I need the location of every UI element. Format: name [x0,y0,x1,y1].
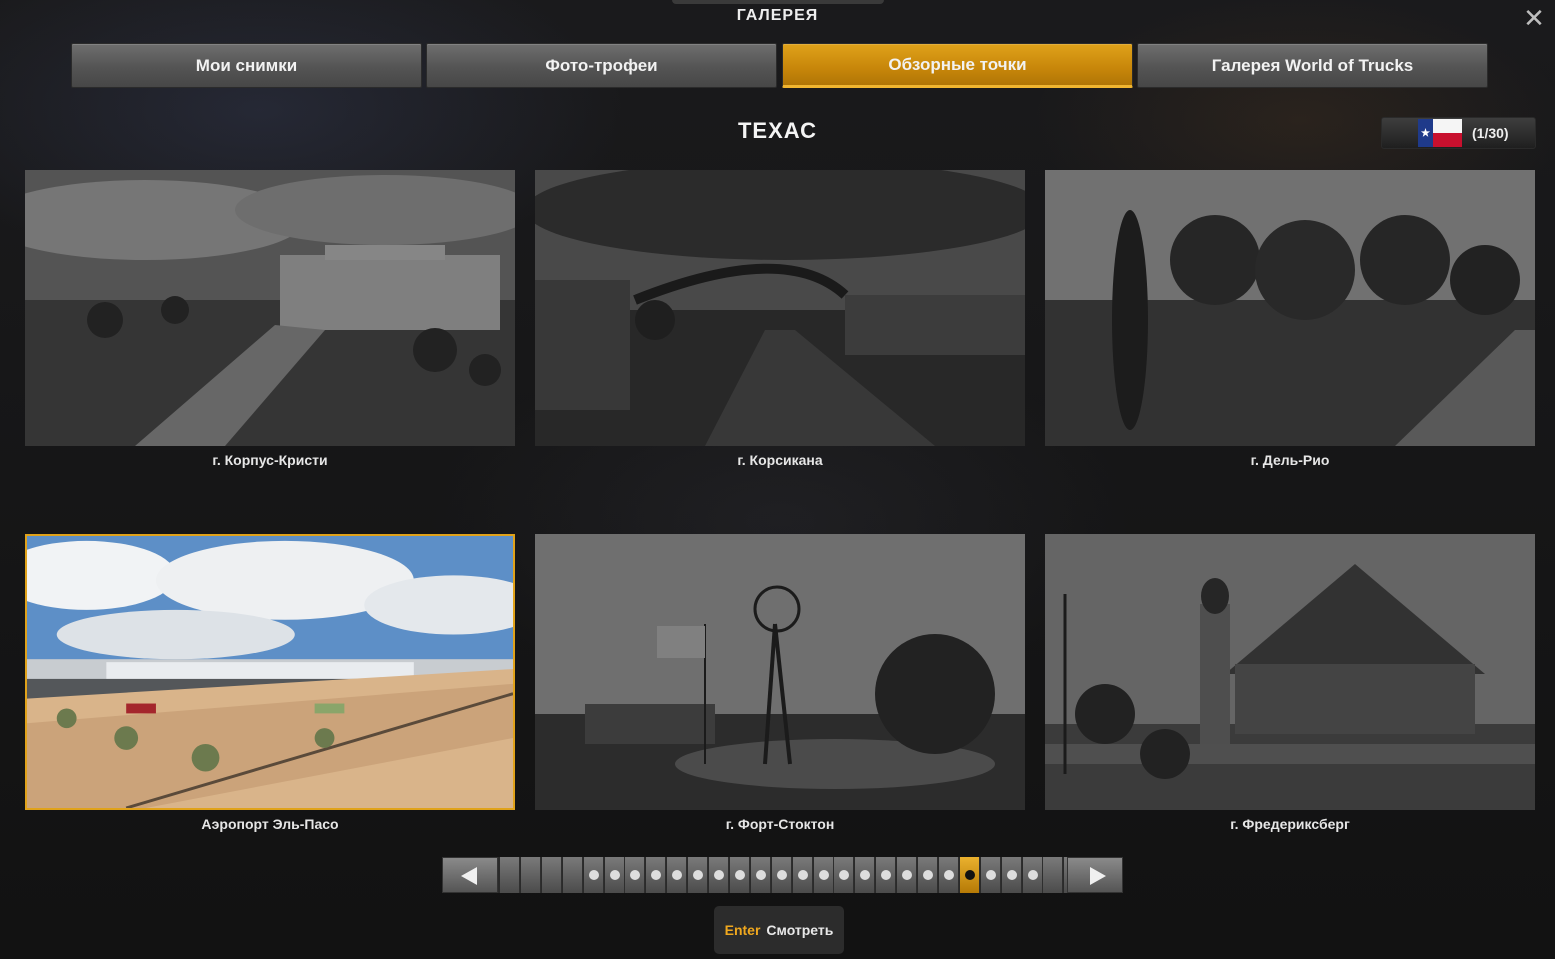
top-notch [672,0,884,4]
pager-prev-button[interactable] [442,857,498,893]
page-dot-icon [588,870,599,880]
pager-page[interactable] [1001,857,1022,893]
key-hint[interactable]: Enter Смотреть [714,906,844,954]
viewpoint-caption: г. Форт-Стоктон [725,816,835,832]
pager-page[interactable] [604,857,625,893]
page-dot-icon [714,870,724,880]
pager-page[interactable] [709,857,729,893]
page-dot-icon [839,870,850,880]
tab-photo-trophies[interactable]: Фото-трофеи [426,43,777,88]
viewpoint-card[interactable]: г. Корсикана [535,170,1025,468]
page-dot-icon [755,870,766,880]
texas-flag-icon [1418,119,1462,147]
page-dot-icon [860,870,871,880]
pager-page[interactable] [729,857,750,893]
page-dot-icon [818,870,829,880]
region-selector[interactable]: (1/30) [1381,117,1536,149]
page-dot-icon [776,870,787,880]
pager-page[interactable] [980,857,1001,893]
viewpoint-card[interactable]: г. Форт-Стоктон [535,534,1025,832]
pager-page[interactable] [855,857,876,893]
viewpoint-card[interactable]: г. Корпус-Кристи [25,170,515,468]
pager-page[interactable] [876,857,897,893]
pager-page[interactable] [520,857,541,893]
page-dot-icon [651,870,662,880]
pager-page[interactable] [792,857,813,893]
pager-page-current[interactable] [959,857,980,893]
viewpoint-card-selected[interactable]: Аэропорт Эль-Пасо [25,534,515,832]
page-dot-icon [734,870,745,880]
page-dot-icon [672,870,683,880]
region-counter: (1/30) [1472,125,1509,141]
pager-page[interactable] [1022,857,1043,893]
page-dot-icon [630,870,641,880]
arrow-right-icon [1090,867,1106,885]
pager-page[interactable] [625,857,646,893]
page-dot-icon [1006,870,1017,880]
pager-page[interactable] [562,857,583,893]
tab-bar: Мои снимки Фото-трофеи Обзорные точки Га… [71,43,1488,88]
pager-page[interactable] [583,857,604,893]
pager-page[interactable] [646,857,667,893]
pager-page[interactable] [918,857,938,893]
hint-action: Смотреть [766,922,834,938]
viewpoint-card[interactable]: г. Дель-Рио [1045,170,1535,468]
viewpoint-photo [25,534,515,810]
gallery-pager [442,857,1123,893]
page-dot-icon [943,870,954,880]
pager-page[interactable] [938,857,959,893]
page-dot-icon [985,870,996,880]
pager-page[interactable] [541,857,562,893]
page-dot-icon [964,870,975,880]
pager-page[interactable] [750,857,771,893]
page-dot-icon [881,870,892,880]
page-dot-icon [902,870,913,880]
viewpoint-photo [1045,534,1535,810]
tab-my-screenshots[interactable]: Мои снимки [71,43,422,88]
pager-page[interactable] [1043,857,1064,893]
hint-key: Enter [724,922,761,938]
viewpoint-photo [1045,170,1535,446]
close-icon[interactable]: ✕ [1520,4,1548,32]
viewpoint-photo [535,534,1025,810]
viewpoint-photo [25,170,515,446]
viewpoint-caption: г. Корпус-Кристи [212,452,328,468]
pager-page[interactable] [813,857,834,893]
arrow-left-icon [461,867,477,885]
page-dot-icon [693,870,704,880]
tab-viewpoints[interactable]: Обзорные точки [782,43,1133,88]
page-dot-icon [1027,870,1038,880]
viewpoint-caption: г. Фредериксберг [1230,816,1350,832]
viewpoint-caption: Аэропорт Эль-Пасо [201,816,339,832]
viewpoint-card[interactable]: г. Фредериксберг [1045,534,1535,832]
viewpoint-caption: г. Корсикана [737,452,823,468]
pager-page[interactable] [834,857,855,893]
pager-page[interactable] [667,857,688,893]
pager-page[interactable] [688,857,709,893]
page-dot-icon [797,870,808,880]
pager-page[interactable] [897,857,918,893]
pager-page[interactable] [500,857,520,893]
region-title: ТЕХАС [737,118,817,143]
page-dot-icon [609,870,620,880]
viewpoint-caption: г. Дель-Рио [1250,452,1330,468]
tab-world-of-trucks-gallery[interactable]: Галерея World of Trucks [1137,43,1488,88]
window-title: ГАЛЕРЕЯ [736,7,819,24]
page-dot-icon [923,870,933,880]
pager-next-button[interactable] [1067,857,1123,893]
viewpoint-photo [535,170,1025,446]
pager-page[interactable] [771,857,792,893]
